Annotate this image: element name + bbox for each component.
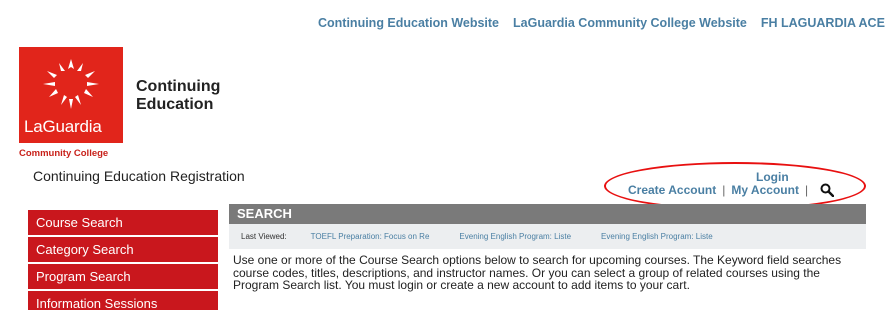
sidebar-item-program-search[interactable]: Program Search bbox=[28, 264, 218, 289]
sidebar-item-course-search[interactable]: Course Search bbox=[28, 210, 218, 235]
laguardia-logo[interactable]: LaGuardia bbox=[19, 47, 123, 143]
search-description: Use one or more of the Course Search opt… bbox=[233, 253, 842, 293]
sidebar-item-information-sessions[interactable]: Information Sessions bbox=[28, 291, 218, 310]
sidebar: Course Search Category Search Program Se… bbox=[28, 210, 218, 310]
top-nav: Continuing Education Website LaGuardia C… bbox=[318, 16, 885, 30]
highlight-oval bbox=[604, 162, 866, 210]
sidebar-item-category-search[interactable]: Category Search bbox=[28, 237, 218, 262]
continuing-education-website-link[interactable]: Continuing Education Website bbox=[318, 16, 499, 30]
logo-title-line2: Education bbox=[136, 96, 214, 113]
search-header: SEARCH bbox=[229, 204, 866, 224]
last-viewed-label: Last Viewed: bbox=[241, 232, 287, 241]
logo-title: Continuing Education bbox=[136, 78, 220, 114]
recent-item[interactable]: Evening English Program: Liste bbox=[459, 232, 571, 241]
fh-laguardia-ace-link[interactable]: FH LAGUARDIA ACE bbox=[761, 16, 885, 30]
logo-wordmark: LaGuardia bbox=[24, 117, 102, 136]
page-title: Continuing Education Registration bbox=[33, 168, 245, 184]
logo-subtitle: Community College bbox=[19, 148, 109, 159]
logo-star-icon bbox=[43, 59, 99, 109]
recently-viewed-bar: Last Viewed: TOEFL Preparation: Focus on… bbox=[229, 224, 866, 249]
logo-title-line1: Continuing bbox=[136, 78, 221, 95]
main-content: SEARCH Last Viewed: TOEFL Preparation: F… bbox=[229, 204, 866, 292]
recent-item[interactable]: TOEFL Preparation: Focus on Re bbox=[311, 232, 430, 241]
recent-item[interactable]: Evening English Program: Liste bbox=[601, 232, 713, 241]
laguardia-website-link[interactable]: LaGuardia Community College Website bbox=[513, 16, 747, 30]
